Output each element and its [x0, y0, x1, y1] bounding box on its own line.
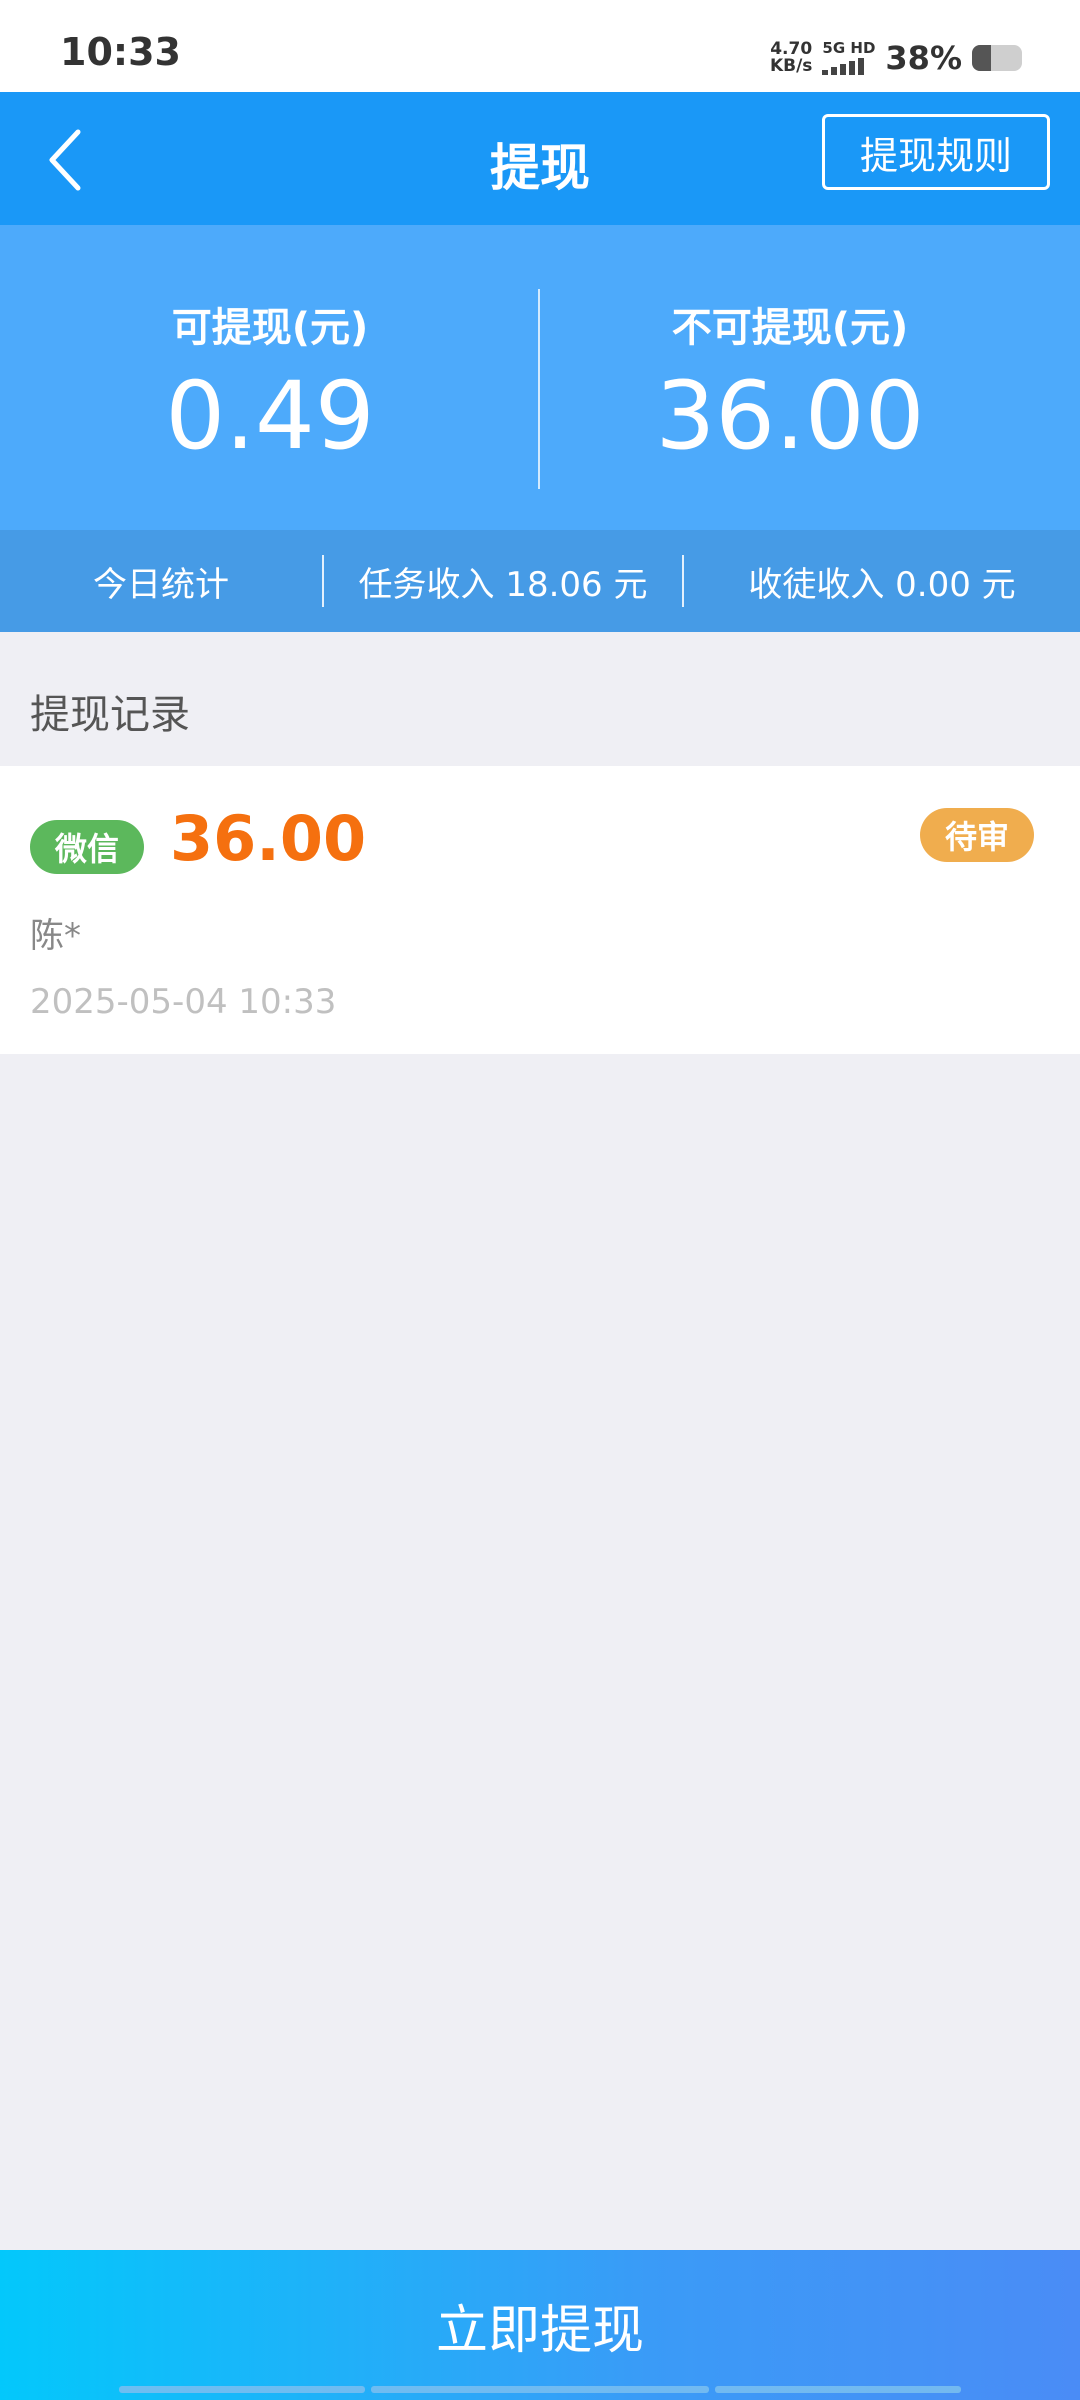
- battery-fill: [972, 45, 991, 71]
- withdraw-rules-button[interactable]: 提现规则: [822, 114, 1050, 190]
- wechat-method-badge: 微信: [30, 820, 144, 874]
- balance-panel: 可提现(元) 0.49 不可提现(元) 36.00: [0, 225, 1080, 530]
- status-bar: 10:33 4.70 KB/s 5G HD 38%: [0, 0, 1080, 92]
- records-section-title: 提现记录: [30, 692, 190, 738]
- record-recipient-name: 陈*: [30, 916, 81, 956]
- withdraw-record-item[interactable]: 微信 36.00 待审 陈* 2025-05-04 10:33: [0, 766, 1080, 1054]
- network-speed: 4.70 KB/s: [769, 39, 813, 76]
- available-value: 0.49: [165, 362, 375, 471]
- today-stats-label: 今日统计: [93, 564, 229, 605]
- unavailable-value: 36.00: [655, 362, 925, 471]
- pending-status-badge: 待审: [920, 808, 1034, 862]
- today-stats-bar: 今日统计 任务收入 18.06 元 收徒收入 0.00 元: [0, 530, 1080, 632]
- record-timestamp: 2025-05-04 10:33: [30, 982, 337, 1022]
- unavailable-label: 不可提现(元): [671, 305, 909, 351]
- battery-percent: 38%: [885, 39, 962, 77]
- withdraw-now-button[interactable]: 立即提现: [0, 2250, 1080, 2400]
- available-balance: 可提现(元) 0.49: [20, 295, 520, 467]
- apprentice-income: 收徒收入 0.00 元: [748, 564, 1016, 605]
- status-indicators: 4.70 KB/s 5G HD 38%: [770, 36, 1022, 80]
- unavailable-balance: 不可提现(元) 36.00: [540, 295, 1040, 467]
- signal-label: 5G HD: [822, 39, 876, 57]
- record-amount: 36.00: [170, 802, 367, 875]
- battery-icon: [972, 45, 1022, 71]
- gesture-bar: [0, 2386, 1080, 2394]
- signal-indicator: 5G HD: [822, 41, 875, 75]
- available-label: 可提现(元): [171, 305, 369, 351]
- status-time: 10:33: [60, 30, 181, 74]
- signal-bars-icon: [822, 58, 865, 75]
- task-income: 任务收入 18.06 元: [358, 564, 648, 605]
- nav-bar: 提现 提现规则: [0, 92, 1080, 225]
